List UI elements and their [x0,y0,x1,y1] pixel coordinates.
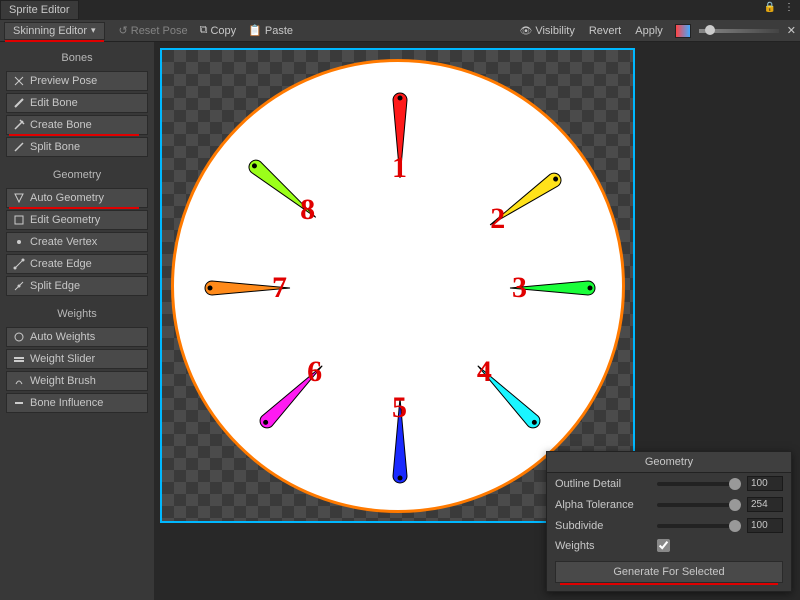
copy-button[interactable]: ⧉ Copy [194,22,243,39]
auto-geometry-icon [13,192,25,204]
revert-button[interactable]: Revert [583,23,627,39]
mode-dropdown-label: Skinning Editor [13,25,87,37]
auto-geometry-button[interactable]: Auto Geometry [6,188,148,208]
reset-icon: ↺ [119,24,128,37]
bones-panel-title: Bones [6,48,148,68]
split-edge-icon [13,280,25,292]
bone-number-1: 1 [392,151,407,185]
panel-menu-icon[interactable]: ⋮ [784,2,794,13]
generate-for-selected-button[interactable]: Generate For Selected [555,561,783,583]
geometry-settings-panel: Geometry Outline Detail 100 Alpha Tolera… [546,451,792,592]
create-vertex-button[interactable]: Create Vertex [6,232,148,252]
apply-button[interactable]: Apply [629,23,669,39]
auto-weights-icon [13,331,25,343]
create-bone-icon [13,119,25,131]
settings-icon[interactable]: ✕ [787,24,796,37]
split-edge-button[interactable]: Split Edge [6,276,148,296]
bone-number-7: 7 [272,271,287,305]
opacity-slider[interactable] [699,29,779,33]
bone-influence-icon [13,397,25,409]
weight-slider-icon [13,353,25,365]
bone-number-8: 8 [300,193,315,227]
bone-number-2: 2 [490,202,505,236]
subdivide-value[interactable]: 100 [747,518,783,533]
eye-icon [520,25,533,37]
geometry-panel: Geometry Auto Geometry Edit Geometry Cre… [6,165,148,296]
weights-panel: Weights Auto Weights Weight Slider Weigh… [6,304,148,413]
weight-brush-button[interactable]: Weight Brush [6,371,148,391]
subdivide-slider[interactable] [657,524,741,528]
paste-button[interactable]: 📋 Paste [242,22,299,39]
auto-weights-button[interactable]: Auto Weights [6,327,148,347]
reset-pose-button[interactable]: ↺ Reset Pose [113,22,194,39]
weights-panel-title: Weights [6,304,148,324]
color-swatch[interactable] [675,24,691,38]
bones-panel: Bones Preview Pose Edit Bone Create Bone… [6,48,148,157]
bone-number-6: 6 [307,355,322,389]
outline-detail-value[interactable]: 100 [747,476,783,491]
alpha-tolerance-value[interactable]: 254 [747,497,783,512]
toolbar: Skinning Editor ↺ Reset Pose ⧉ Copy 📋 Pa… [0,20,800,42]
outline-detail-slider[interactable] [657,482,741,486]
tool-sidebar: Bones Preview Pose Edit Bone Create Bone… [0,42,154,600]
weight-slider-button[interactable]: Weight Slider [6,349,148,369]
bone-number-5: 5 [392,391,407,425]
weights-checkbox[interactable] [657,539,670,552]
window-tab-sprite-editor[interactable]: Sprite Editor [0,0,79,20]
paste-icon: 📋 [248,24,262,37]
alpha-tolerance-slider[interactable] [657,503,741,507]
subdivide-label: Subdivide [555,520,651,532]
bone-influence-button[interactable]: Bone Influence [6,393,148,413]
edit-geometry-button[interactable]: Edit Geometry [6,210,148,230]
weights-label: Weights [555,540,651,552]
split-bone-icon [13,141,25,153]
bone-number-3: 3 [512,271,527,305]
edit-geometry-icon [13,214,25,226]
edit-bone-icon [13,97,25,109]
alpha-tolerance-label: Alpha Tolerance [555,499,651,511]
mode-dropdown[interactable]: Skinning Editor [4,22,105,40]
create-vertex-icon [13,236,25,248]
visibility-button[interactable]: Visibility [514,23,581,39]
create-edge-button[interactable]: Create Edge [6,254,148,274]
create-edge-icon [13,258,25,270]
preview-pose-button[interactable]: Preview Pose [6,71,148,91]
split-bone-button[interactable]: Split Bone [6,137,148,157]
geometry-panel-title: Geometry [6,165,148,185]
edit-bone-button[interactable]: Edit Bone [6,93,148,113]
copy-icon: ⧉ [200,24,208,37]
geometry-settings-title: Geometry [547,452,791,473]
bone-number-4: 4 [477,355,492,389]
lock-icon[interactable]: 🔒 [764,2,776,13]
outline-detail-label: Outline Detail [555,478,651,490]
weight-brush-icon [13,375,25,387]
create-bone-button[interactable]: Create Bone [6,115,148,135]
preview-pose-icon [13,75,25,87]
